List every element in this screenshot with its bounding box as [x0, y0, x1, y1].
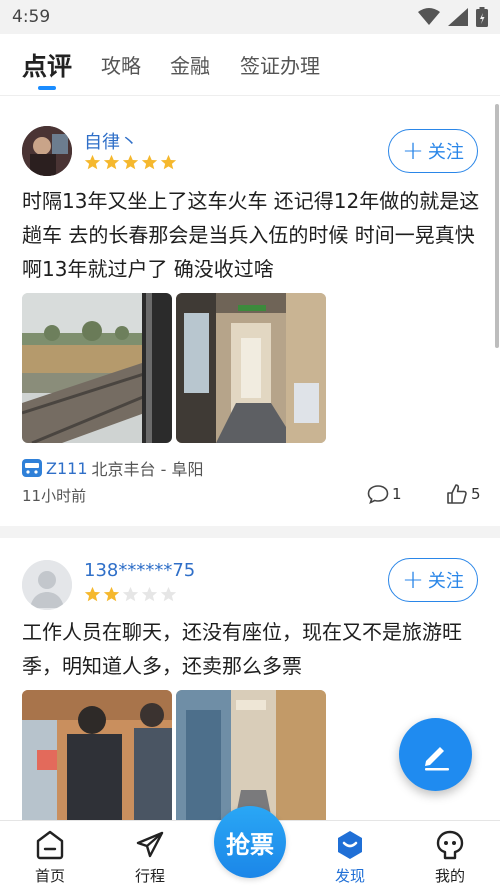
review-photo[interactable] [22, 293, 172, 443]
follow-label: 关注 [427, 142, 464, 163]
rating-stars [84, 586, 177, 603]
like-count-value: 5 [471, 485, 481, 503]
follow-label: 关注 [427, 571, 464, 592]
status-time: 4:59 [12, 7, 51, 27]
review-text[interactable]: 时隔13年又坐上了这车火车 还记得12年做的就是这趟车 去的长春那会是当兵入伍的… [22, 184, 482, 286]
scrollbar[interactable] [495, 104, 499, 348]
username[interactable]: 自律丶 [84, 128, 138, 154]
plus-icon: + [402, 565, 424, 595]
train-icon [22, 459, 42, 477]
top-tabs: 点评 攻略 金融 签证办理 [0, 34, 500, 96]
route-stations: 北京丰台 - 阜阳 [91, 460, 204, 479]
review-photo[interactable] [176, 690, 326, 820]
thumbs-up-icon [447, 484, 467, 504]
comment-count[interactable]: 1 [367, 484, 402, 504]
nav-trips[interactable]: 行程 [110, 821, 190, 889]
review-photo[interactable] [176, 293, 326, 443]
active-tab-indicator [38, 86, 56, 90]
discover-icon [338, 831, 362, 859]
signal-icon [448, 8, 468, 26]
follow-button[interactable]: + 关注 [388, 558, 478, 602]
train-number: Z111 [46, 458, 88, 478]
paper-plane-icon [136, 831, 164, 858]
star-empty-icon [160, 586, 177, 602]
pencil-icon [424, 746, 449, 770]
star-filled-icon [103, 586, 120, 602]
star-filled-icon [103, 154, 120, 170]
nav-home[interactable]: 首页 [10, 821, 90, 889]
tab-visa[interactable]: 签证办理 [240, 50, 320, 79]
username[interactable]: 138******75 [84, 560, 195, 581]
star-filled-icon [84, 154, 101, 170]
review-card: 自律丶 + 关注 时隔13年又坐上了这车火车 还记得12年做的就是这趟车 去的长… [0, 96, 500, 526]
tab-review[interactable]: 点评 [22, 47, 72, 83]
review-photo[interactable] [22, 690, 172, 820]
post-time: 11小时前 [22, 487, 87, 505]
like-count[interactable]: 5 [446, 483, 481, 505]
crowded-carriage-photo [22, 690, 172, 820]
comment-count-value: 1 [392, 485, 402, 503]
nav-discover[interactable]: 发现 [310, 821, 390, 889]
rating-stars [84, 154, 177, 171]
avatar[interactable] [22, 560, 72, 610]
avatar-photo [22, 126, 72, 176]
home-icon [36, 830, 64, 860]
nav-profile[interactable]: 我的 [410, 821, 490, 889]
nav-label: 我的 [434, 867, 465, 885]
tab-guide[interactable]: 攻略 [101, 50, 141, 79]
star-empty-icon [122, 586, 139, 602]
comment-icon [367, 485, 389, 504]
grab-ticket-button[interactable]: 抢票 [214, 806, 286, 878]
train-corridor-photo [176, 293, 326, 443]
plus-icon: + [402, 136, 424, 166]
tab-finance[interactable]: 金融 [170, 50, 210, 79]
star-filled-icon [141, 154, 158, 170]
nav-label: 行程 [134, 867, 165, 885]
write-review-button[interactable] [399, 718, 472, 791]
review-text[interactable]: 工作人员在聊天，还没有座位，现在又不是旅游旺季，明知道人多，还卖那么多票 [22, 615, 482, 683]
default-avatar-icon [22, 560, 72, 610]
status-bar: 4:59 [0, 0, 500, 34]
star-filled-icon [160, 154, 177, 170]
star-empty-icon [141, 586, 158, 602]
star-filled-icon [84, 586, 101, 602]
train-route[interactable]: Z111 北京丰台 - 阜阳 [22, 456, 203, 480]
star-filled-icon [122, 154, 139, 170]
follow-button[interactable]: + 关注 [388, 129, 478, 173]
battery-icon [476, 7, 488, 27]
carriage-aisle-photo [176, 690, 326, 820]
nav-label: 发现 [334, 867, 365, 885]
review-feed[interactable]: 自律丶 + 关注 时隔13年又坐上了这车火车 还记得12年做的就是这趟车 去的长… [0, 96, 500, 820]
nav-label: 首页 [34, 867, 65, 885]
avatar[interactable] [22, 126, 72, 176]
profile-icon [436, 830, 464, 860]
status-icons [418, 7, 488, 27]
card-divider [0, 526, 500, 538]
train-window-field-photo [22, 293, 172, 443]
wifi-icon [418, 8, 440, 25]
